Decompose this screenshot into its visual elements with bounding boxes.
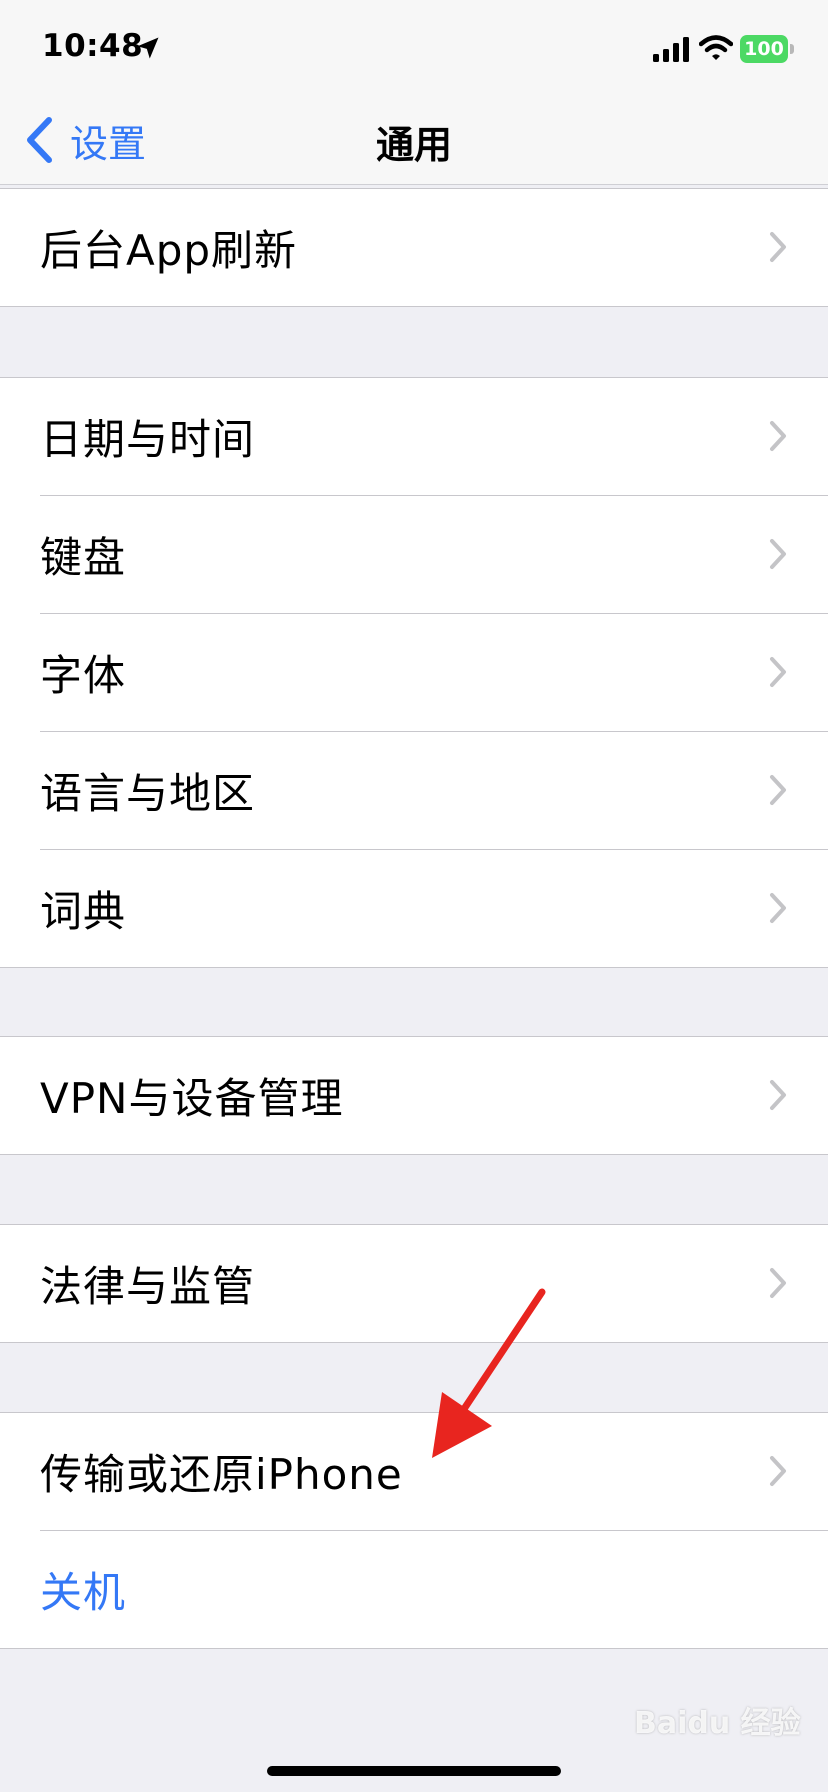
settings-row-language-region[interactable]: 语言与地区 <box>40 732 828 850</box>
chevron-right-icon <box>770 657 786 687</box>
chevron-right-icon <box>770 893 786 923</box>
settings-group: 后台App刷新 <box>0 188 828 307</box>
page-title: 通用 <box>375 123 452 167</box>
chevron-right-icon <box>770 539 786 569</box>
settings-row-dictionary[interactable]: 词典 <box>40 850 828 967</box>
row-label: 语言与地区 <box>40 769 256 818</box>
settings-group: VPN与设备管理 <box>0 1036 828 1155</box>
settings-row-background-app-refresh[interactable]: 后台App刷新 <box>40 189 828 306</box>
row-label: 键盘 <box>40 533 127 582</box>
annotation-arrow-icon <box>432 1288 546 1458</box>
settings-row-keyboard[interactable]: 键盘 <box>40 496 828 614</box>
status-time: 10:48 <box>42 28 144 64</box>
shut-down-label: 关机 <box>40 1568 127 1617</box>
chevron-right-icon <box>770 775 786 805</box>
row-label: 后台App刷新 <box>40 226 298 275</box>
row-label: 传输或还原iPhone <box>40 1450 403 1499</box>
chevron-right-icon <box>770 421 786 451</box>
settings-row-fonts[interactable]: 字体 <box>40 614 828 732</box>
chevron-right-icon <box>770 1080 786 1110</box>
navigation-bar: 设置 通用 <box>0 96 828 185</box>
settings-group: 日期与时间 键盘 字体 语言与地区 词典 <box>0 377 828 968</box>
status-bar: 10:48 100 <box>0 0 828 96</box>
cellular-signal-icon <box>653 37 689 62</box>
home-indicator[interactable] <box>267 1766 561 1776</box>
location-arrow-icon <box>137 37 159 59</box>
settings-row-vpn-device-management[interactable]: VPN与设备管理 <box>40 1037 828 1154</box>
battery-cap <box>790 44 794 54</box>
row-label: 法律与监管 <box>40 1262 256 1311</box>
chevron-right-icon <box>770 1456 786 1486</box>
settings-row-shut-down[interactable]: 关机 <box>40 1531 828 1648</box>
row-label: 日期与时间 <box>40 415 256 464</box>
battery-indicator: 100 <box>740 35 788 63</box>
watermark: Baidu 经验 <box>634 1706 801 1741</box>
wifi-icon <box>699 35 733 60</box>
settings-group: 法律与监管 <box>0 1224 828 1343</box>
chevron-right-icon <box>770 232 786 262</box>
row-label: 字体 <box>40 651 127 700</box>
settings-group: 传输或还原iPhone 关机 <box>0 1412 828 1649</box>
row-label: VPN与设备管理 <box>40 1074 344 1123</box>
settings-row-date-time[interactable]: 日期与时间 <box>40 378 828 496</box>
chevron-right-icon <box>770 1268 786 1298</box>
row-label: 词典 <box>40 887 127 936</box>
